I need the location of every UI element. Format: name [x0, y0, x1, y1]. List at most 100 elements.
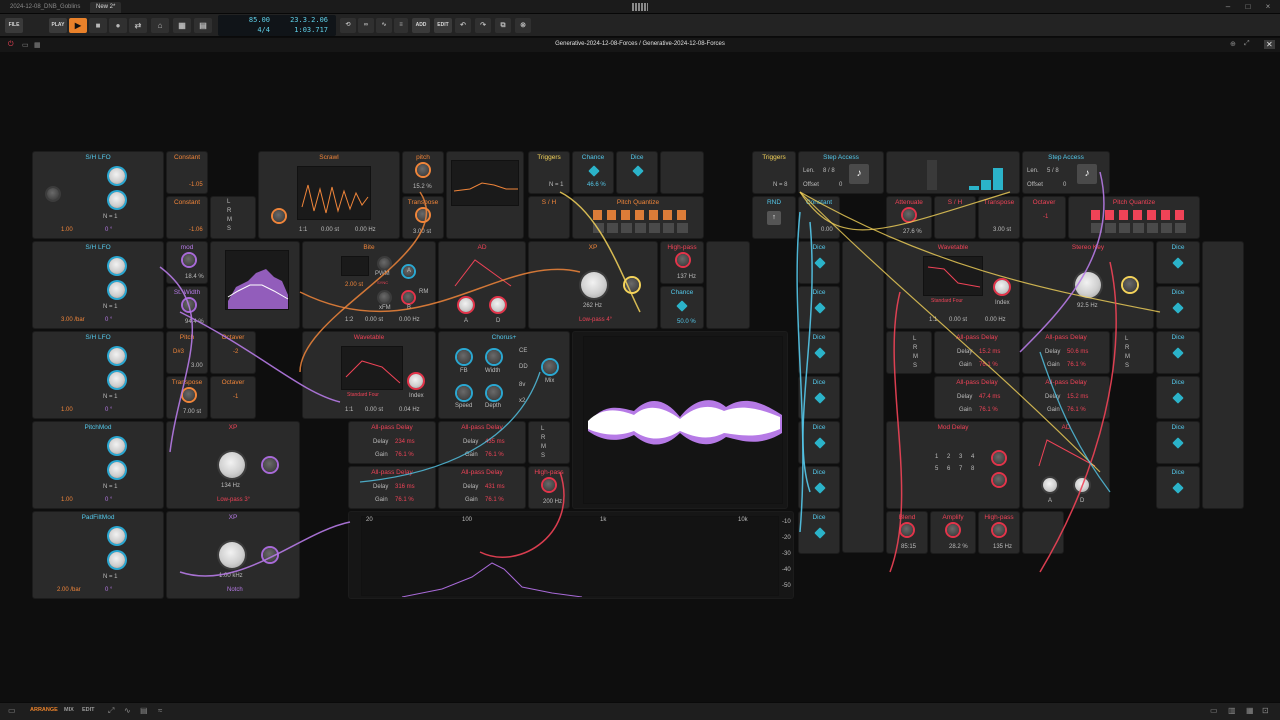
- width-knob[interactable]: [183, 299, 195, 311]
- delay-value[interactable]: 435 ms: [485, 439, 505, 445]
- highpass-knob[interactable]: [677, 254, 689, 266]
- zoom-in-icon[interactable]: ⊕: [1230, 40, 1236, 48]
- width-value[interactable]: 94.4 %: [185, 319, 204, 325]
- dice-output-strip-right[interactable]: [1202, 241, 1244, 509]
- phase-value[interactable]: 0 °: [105, 317, 112, 323]
- dice-module-13[interactable]: Dice: [1156, 421, 1200, 464]
- output-module-1[interactable]: [660, 151, 704, 194]
- edit-view-button[interactable]: EDIT: [82, 707, 95, 713]
- grid-canvas[interactable]: S/H LFO N = 1 1.00 0 ° S/H LFO N = 1 3.0…: [0, 52, 1280, 702]
- transpose-knob[interactable]: [417, 209, 429, 221]
- step-access-module-1[interactable]: Step Access Len. 8 / 8 Offset 0 ♪: [798, 151, 884, 194]
- ad-envelope-module-1[interactable]: AD A D: [438, 241, 526, 329]
- pitch-module[interactable]: Pitch D#3 3.00: [166, 331, 208, 374]
- offset-value[interactable]: 0: [1063, 182, 1066, 188]
- curve-display[interactable]: [451, 160, 519, 206]
- triggers-module-2[interactable]: Triggers N = 8: [752, 151, 796, 194]
- step-bar[interactable]: [981, 180, 991, 190]
- delay-value[interactable]: 234 ms: [395, 439, 415, 445]
- octave-value[interactable]: -1: [1043, 214, 1048, 220]
- osc-a-wave[interactable]: [341, 256, 369, 276]
- step-bars[interactable]: [923, 158, 1007, 190]
- attack-knob[interactable]: [1043, 478, 1057, 492]
- wt-ratio-value[interactable]: 1:1: [345, 407, 353, 413]
- len-value[interactable]: 5 / 8: [1047, 168, 1059, 174]
- amplify-module[interactable]: Amplify 28.2 %: [930, 511, 976, 554]
- decay-knob[interactable]: [1075, 478, 1089, 492]
- step-bar[interactable]: [969, 186, 979, 190]
- step-2[interactable]: 2: [947, 454, 950, 460]
- cutoff-knob[interactable]: [219, 452, 245, 478]
- bite-ratio-value[interactable]: 1:2: [345, 317, 353, 323]
- cutoff-value[interactable]: 134 Hz: [221, 483, 240, 489]
- output-module-3[interactable]: [1022, 511, 1064, 554]
- dice-module-3[interactable]: Dice: [798, 286, 840, 329]
- allpass-delay-module-4[interactable]: All-pass Delay Delay 431 ms Gain 76.1 %: [438, 466, 526, 509]
- oscilloscope-module[interactable]: [572, 331, 788, 509]
- sh-lfo-module-2[interactable]: S/H LFO N = 1 3.00 /bar 0 °: [32, 241, 164, 329]
- ratio-value[interactable]: 1:1: [299, 227, 307, 233]
- mod-delay-knob-1[interactable]: [993, 452, 1005, 464]
- mod-value[interactable]: 18.4 %: [185, 274, 204, 280]
- delete-button[interactable]: ⊗: [515, 18, 531, 33]
- freq-knob[interactable]: [1075, 272, 1101, 298]
- attenuate-knob[interactable]: [903, 209, 915, 221]
- step-access-module-2[interactable]: Step Access Len. 5 / 8 Offset 0 ♪: [1022, 151, 1110, 194]
- scrawl-display[interactable]: [297, 166, 371, 220]
- mix-view-button[interactable]: MIX: [64, 707, 74, 713]
- dice-module-7[interactable]: Dice: [798, 466, 840, 509]
- pwm-knob[interactable]: [379, 258, 390, 269]
- wt-hz-value[interactable]: 0.04 Hz: [399, 407, 420, 413]
- transpose-module-1[interactable]: Transpose 7.00 st: [166, 376, 208, 419]
- gain-value[interactable]: 76.1 %: [979, 407, 998, 413]
- chance-module-1[interactable]: Chance 46.6 %: [572, 151, 614, 194]
- delay-value[interactable]: 15.2 ms: [979, 349, 1000, 355]
- highpass-value[interactable]: 135 Hz: [993, 544, 1012, 550]
- highpass-module-3[interactable]: High-pass 135 Hz: [978, 511, 1020, 554]
- note-icon[interactable]: ♪: [849, 164, 869, 184]
- highpass-knob[interactable]: [993, 524, 1005, 536]
- sh-lfo-module-1[interactable]: S/H LFO N = 1 1.00 0 °: [32, 151, 164, 239]
- highpass-value[interactable]: 137 Hz: [677, 274, 696, 280]
- scale-keys-upper[interactable]: [593, 210, 689, 220]
- x2-button[interactable]: x2: [519, 398, 525, 404]
- scale-keys-upper[interactable]: [1091, 210, 1187, 220]
- browser-icon[interactable]: ▭: [1210, 706, 1218, 715]
- settings-button[interactable]: ≡: [394, 18, 408, 33]
- tempo-display[interactable]: 85.00: [238, 16, 270, 24]
- oscilloscope-display[interactable]: [583, 336, 783, 504]
- bite-oscillator-module[interactable]: Bite PWM RM 2.00 st SYNC xFM A B 1:2 0.0…: [302, 241, 436, 329]
- phase-value[interactable]: 0 °: [105, 407, 112, 413]
- attack-knob[interactable]: [459, 298, 473, 312]
- transpose-module-2[interactable]: Transpose 3.00 st: [402, 196, 444, 239]
- delay-value[interactable]: 47.4 ms: [979, 394, 1000, 400]
- output-module-2[interactable]: [706, 241, 750, 329]
- rate-value[interactable]: 3.00 /bar: [61, 317, 85, 323]
- resonance-knob[interactable]: [263, 548, 277, 562]
- mix-knob[interactable]: [1123, 278, 1137, 292]
- transpose-value[interactable]: 3.00 st: [413, 229, 431, 235]
- time-display[interactable]: 1:03.717: [274, 26, 328, 34]
- wt-hz-value[interactable]: 0.00 Hz: [985, 317, 1006, 323]
- octave-value[interactable]: -2: [233, 349, 238, 355]
- dice-module-2[interactable]: Dice: [798, 241, 840, 284]
- play-menu-button[interactable]: PLAY: [49, 18, 67, 33]
- pitch-value[interactable]: 15.2 %: [413, 184, 432, 190]
- chance-value[interactable]: 50.0 %: [677, 319, 696, 325]
- attenuate-value[interactable]: 27.6 %: [903, 229, 922, 235]
- bite-hz-value[interactable]: 0.00 Hz: [399, 317, 420, 323]
- time-signature-display[interactable]: 4/4: [238, 26, 270, 34]
- record-button[interactable]: ●: [109, 18, 127, 33]
- pitch-knob[interactable]: [417, 164, 429, 176]
- wt-st-value[interactable]: 0.00 st: [949, 317, 967, 323]
- hz-value[interactable]: 0.00 Hz: [355, 227, 376, 233]
- scrawl-module[interactable]: Scrawl 1:1 0.00 st 0.00 Hz: [258, 151, 400, 239]
- gain-value[interactable]: 76.1 %: [485, 452, 504, 458]
- xp-filter-module-3[interactable]: XP 1.00 kHz Notch: [166, 511, 300, 599]
- cutoff-value[interactable]: 1.00 kHz: [219, 573, 243, 579]
- spectrum-analyzer-module[interactable]: 20 100 1k 10k -10 -20 -30 -40 -50: [348, 511, 794, 599]
- cutoff-knob[interactable]: [219, 542, 245, 568]
- padfiltmod-module[interactable]: PadFiltMod N = 1 2.00 /bar 0 °: [32, 511, 164, 599]
- constant-module-2[interactable]: Constant -1.06: [166, 196, 208, 239]
- edit-button[interactable]: EDIT: [434, 18, 452, 33]
